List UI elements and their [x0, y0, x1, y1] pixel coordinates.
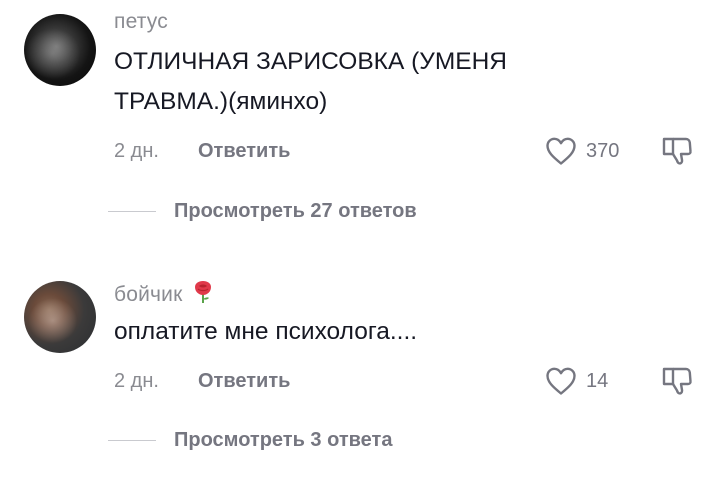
comment-text: оплатите мне психолога....: [114, 318, 418, 345]
comment-username[interactable]: петус: [114, 10, 168, 34]
comment-text: ОТЛИЧНАЯ ЗАРИСОВКА (УМЕНЯ ТРАВМА.)(яминх…: [114, 42, 634, 122]
comment-date: 2 дн.: [114, 140, 159, 162]
like-button[interactable]: 14: [544, 365, 608, 397]
divider: [108, 440, 156, 441]
avatar[interactable]: [24, 14, 96, 86]
like-button[interactable]: 370: [544, 135, 619, 167]
reply-button[interactable]: Ответить: [198, 370, 290, 393]
comment-username-text: бойчик: [114, 283, 183, 306]
comment-text-line: ОТЛИЧНАЯ ЗАРИСОВКА (УМЕНЯ: [114, 48, 507, 75]
thumbs-down-icon: [662, 137, 692, 165]
view-replies-button[interactable]: Просмотреть 3 ответа: [108, 429, 392, 452]
dislike-button[interactable]: [660, 135, 694, 172]
avatar[interactable]: [24, 281, 96, 353]
comment-date: 2 дн.: [114, 370, 159, 392]
rose-icon: [192, 280, 214, 310]
view-replies-label: Просмотреть 3 ответа: [174, 429, 393, 451]
dislike-button[interactable]: [660, 365, 694, 402]
comment-text-line: ТРАВМА.)(яминхо): [114, 88, 328, 115]
heart-outline-icon: [546, 137, 576, 165]
reply-button[interactable]: Ответить: [198, 140, 290, 163]
divider: [108, 211, 156, 212]
view-replies-label: Просмотреть 27 ответов: [174, 200, 417, 222]
thumbs-down-icon: [662, 367, 692, 395]
like-count: 370: [586, 139, 620, 162]
like-count: 14: [586, 369, 609, 392]
heart-outline-icon: [546, 367, 576, 395]
comment-username[interactable]: бойчик: [114, 280, 214, 310]
view-replies-button[interactable]: Просмотреть 27 ответов: [108, 200, 417, 223]
